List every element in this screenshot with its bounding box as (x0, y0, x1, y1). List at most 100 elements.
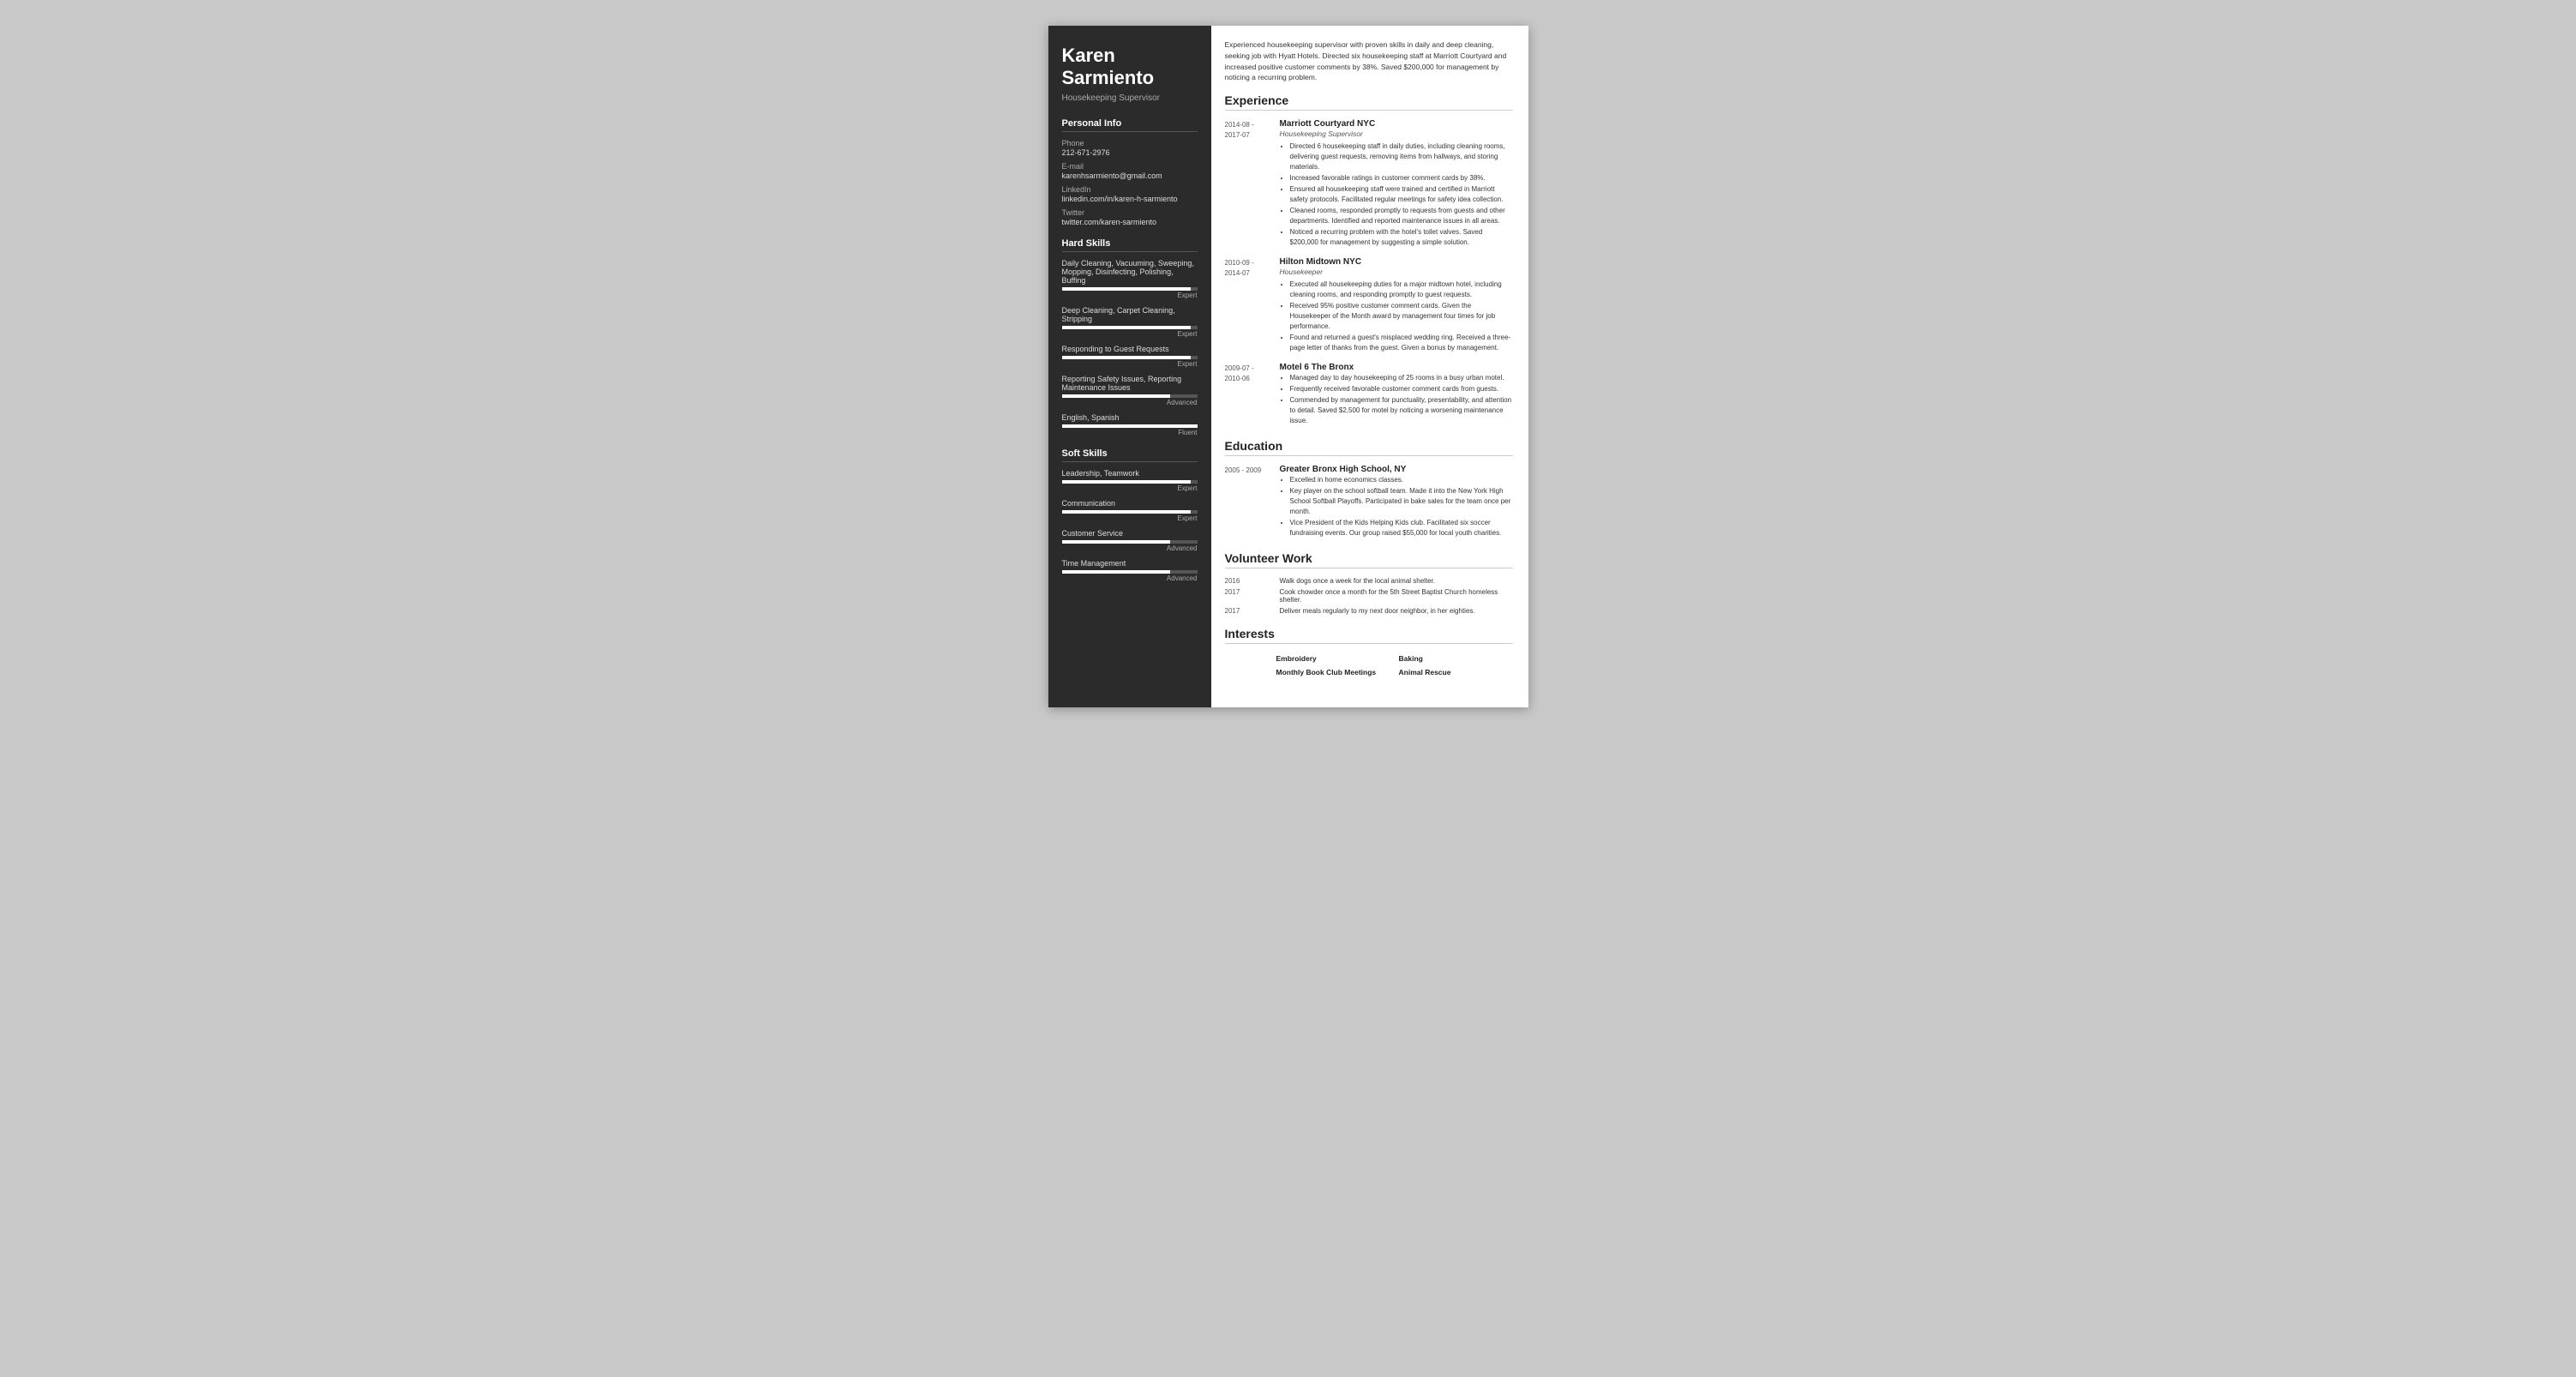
skill-bar-fill (1062, 356, 1191, 359)
entry-body: Hilton Midtown NYCHousekeeperExecuted al… (1280, 257, 1513, 354)
vol-text: Cook chowder once a month for the 5th St… (1280, 588, 1513, 604)
skill-bar-bg (1062, 510, 1198, 514)
interest-item: Embroidery (1276, 652, 1390, 664)
skill-level: Advanced (1062, 544, 1198, 552)
skill-bar-bg (1062, 424, 1198, 428)
skill-name: Time Management (1062, 559, 1198, 568)
edu-bullet-item: Vice President of the Kids Helping Kids … (1290, 518, 1513, 538)
volunteer-entry: 2016Walk dogs once a week for the local … (1225, 577, 1513, 585)
skill-bar-bg (1062, 570, 1198, 574)
interests-grid: Embroidery Baking Monthly Book Club Meetin… (1225, 652, 1513, 678)
skill-bar-fill (1062, 287, 1191, 291)
interests-heading: Interests (1225, 627, 1513, 644)
skill-bar-bg (1062, 356, 1198, 359)
vol-year: 2017 (1225, 607, 1270, 615)
main-content: Experienced housekeeping supervisor with… (1211, 26, 1528, 707)
bullet-item: Directed 6 housekeeping staff in daily d… (1290, 141, 1513, 172)
skill-name: Reporting Safety Issues, Reporting Maint… (1062, 375, 1198, 392)
skill-bar-fill (1062, 326, 1191, 329)
soft-skills-container: Leadership, TeamworkExpertCommunicationE… (1062, 469, 1198, 582)
education-heading: Education (1225, 439, 1513, 456)
hard-skills-container: Daily Cleaning, Vacuuming, Sweeping, Mop… (1062, 259, 1198, 436)
soft-skills-heading: Soft Skills (1062, 448, 1198, 462)
candidate-title: Housekeeping Supervisor (1062, 93, 1198, 103)
interest-item: Animal Rescue (1399, 666, 1513, 678)
skill-bar-fill (1062, 424, 1198, 428)
bullet-item: Managed day to day housekeeping of 25 ro… (1290, 373, 1513, 383)
phone-label: Phone (1062, 139, 1198, 147)
experience-section: Experience 2014-08 - 2017-07 Marriott Cou… (1225, 93, 1513, 427)
entry-date: 2009-07 - 2010-06 (1225, 363, 1270, 427)
skill-name: Daily Cleaning, Vacuuming, Sweeping, Mop… (1062, 259, 1198, 285)
skill-level: Expert (1062, 330, 1198, 338)
experience-entry: 2009-07 - 2010-06Motel 6 The BronxManage… (1225, 363, 1513, 427)
twitter-value: twitter.com/karen-sarmiento (1062, 218, 1198, 226)
volunteer-section: Volunteer Work 2016Walk dogs once a week… (1225, 551, 1513, 615)
experience-entries: 2014-08 - 2017-07Marriott Courtyard NYCH… (1225, 119, 1513, 427)
entry-company: Motel 6 The Bronx (1280, 363, 1513, 372)
summary-text: Experienced housekeeping supervisor with… (1225, 39, 1513, 83)
education-section: Education 2005 - 2009 Greater Bronx High … (1225, 439, 1513, 539)
skill-level: Expert (1062, 360, 1198, 368)
volunteer-entry: 2017 Deliver meals regularly to my next d… (1225, 607, 1513, 615)
skill-level: Advanced (1062, 399, 1198, 406)
skill-level: Advanced (1062, 574, 1198, 582)
entry-jobtitle: Housekeeper (1280, 268, 1513, 276)
skill-bar-bg (1062, 394, 1198, 398)
hard-skills-heading: Hard Skills (1062, 238, 1198, 252)
skill-name: Customer Service (1062, 529, 1198, 538)
skill-bar-bg (1062, 540, 1198, 544)
skill-bar-bg (1062, 326, 1198, 329)
vol-text: Deliver meals regularly to my next door … (1280, 607, 1513, 615)
entry-company: Hilton Midtown NYC (1280, 257, 1513, 267)
interests-section: Interests Embroidery Baking Monthly Book C… (1225, 627, 1513, 678)
skill-bar-fill (1062, 480, 1191, 484)
interest-item: Monthly Book Club Meetings (1276, 666, 1390, 678)
entry-company: Marriott Courtyard NYC (1280, 119, 1513, 129)
experience-entry: 2014-08 - 2017-07 Marriott Courtyard NYCH… (1225, 119, 1513, 249)
volunteer-entries: 2016Walk dogs once a week for the local … (1225, 577, 1513, 615)
bullet-item: Commended by management for punctuality,… (1290, 395, 1513, 426)
bullet-item: Noticed a recurring problem with the hot… (1290, 227, 1513, 248)
linkedin-label: LinkedIn (1062, 185, 1198, 194)
candidate-name: Karen Sarmiento (1062, 45, 1198, 90)
skill-name: Responding to Guest Requests (1062, 345, 1198, 353)
entry-jobtitle: Housekeeping Supervisor (1280, 129, 1513, 138)
skill-name: Communication (1062, 499, 1198, 508)
edu-school: Greater Bronx High School, NY (1280, 465, 1513, 474)
bullet-item: Frequently received favorable customer c… (1290, 384, 1513, 394)
interest-item: Baking (1399, 652, 1513, 664)
bullet-item: Increased favorable ratings in customer … (1290, 173, 1513, 183)
skill-bar-bg (1062, 480, 1198, 484)
vol-year: 2017 (1225, 588, 1270, 604)
edu-bullets: Excelled in home economics classes.Key p… (1280, 475, 1513, 538)
volunteer-heading: Volunteer Work (1225, 551, 1513, 568)
vol-text: Walk dogs once a week for the local anim… (1280, 577, 1513, 585)
experience-heading: Experience (1225, 93, 1513, 111)
entry-date: 2010-09 - 2014-07 (1225, 257, 1270, 354)
skill-name: Leadership, Teamwork (1062, 469, 1198, 478)
edu-bullet-item: Excelled in home economics classes. (1290, 475, 1513, 485)
skill-name: Deep Cleaning, Carpet Cleaning, Strippin… (1062, 306, 1198, 323)
edu-bullet-item: Key player on the school softball team. … (1290, 486, 1513, 517)
skill-level: Expert (1062, 292, 1198, 299)
skill-level: Expert (1062, 484, 1198, 492)
entry-date: 2014-08 - 2017-07 (1225, 119, 1270, 249)
bullet-item: Found and returned a guest's misplaced w… (1290, 333, 1513, 353)
volunteer-entry: 2017 Cook chowder once a month for the 5t… (1225, 588, 1513, 604)
linkedin-value: linkedin.com/in/karen-h-sarmiento (1062, 195, 1198, 203)
twitter-label: Twitter (1062, 208, 1198, 217)
bullet-item: Ensured all housekeeping staff were trai… (1290, 184, 1513, 205)
personal-info-heading: Personal Info (1062, 118, 1198, 132)
skill-name: English, Spanish (1062, 413, 1198, 422)
email-label: E-mail (1062, 162, 1198, 171)
bullet-item: Cleaned rooms, responded promptly to req… (1290, 206, 1513, 226)
entry-body: Motel 6 The BronxManaged day to day hous… (1280, 363, 1513, 427)
skill-bar-fill (1062, 510, 1191, 514)
entry-bullets: Managed day to day housekeeping of 25 ro… (1280, 373, 1513, 426)
sidebar: Karen Sarmiento Housekeeping Supervisor … (1048, 26, 1211, 707)
resume-container: Karen Sarmiento Housekeeping Supervisor … (1048, 26, 1528, 707)
edu-date: 2005 - 2009 (1225, 465, 1270, 539)
skill-level: Fluent (1062, 429, 1198, 436)
skill-bar-fill (1062, 570, 1170, 574)
